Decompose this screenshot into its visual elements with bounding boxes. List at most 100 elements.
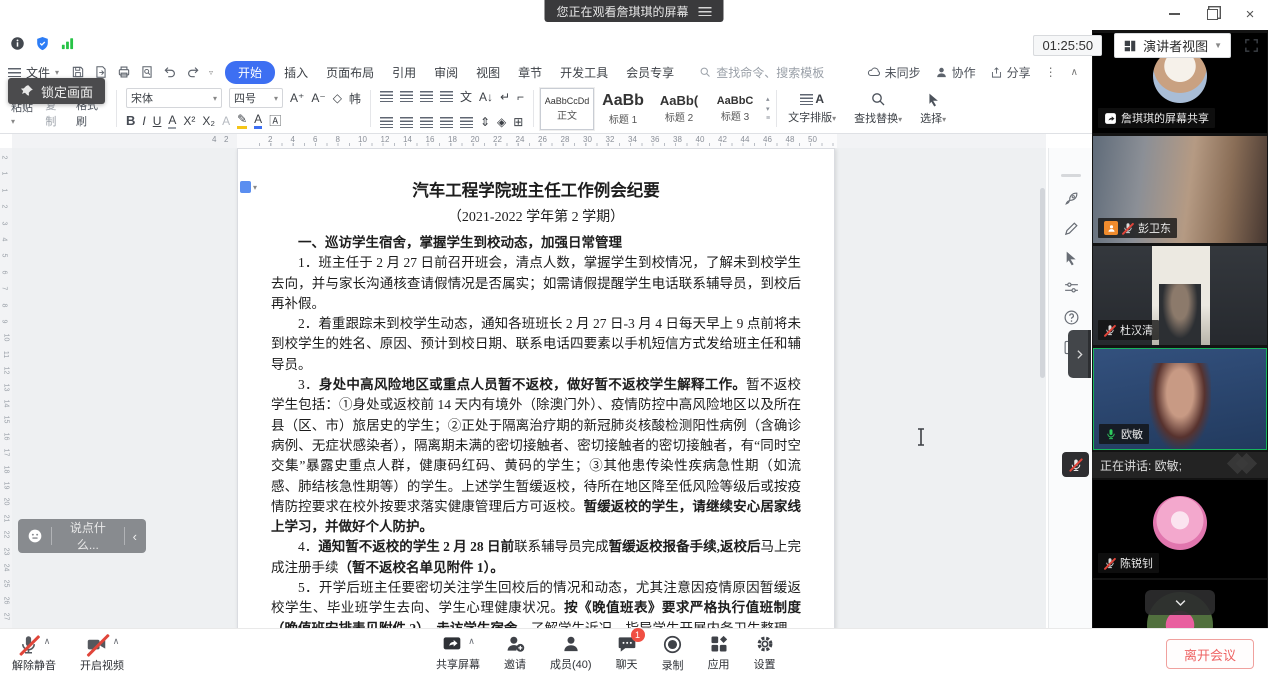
close-button[interactable]: × [1242,6,1258,22]
members-button[interactable]: 成员(40) [550,634,592,673]
style-heading2[interactable]: AaBb( 标题 2 [652,88,706,130]
network-signal-icon[interactable] [60,36,75,51]
watching-banner[interactable]: 您正在观看詹琪琪的屏幕 [544,0,723,22]
help-icon[interactable] [1063,309,1080,326]
clear-format-button[interactable]: ◇ [333,91,342,105]
restore-button[interactable] [1204,6,1220,22]
sort-icon[interactable]: A↓ [479,90,493,104]
annotate-pen-icon[interactable] [1063,220,1080,237]
more-menu-icon[interactable]: ⋮ [1045,65,1057,79]
wps-tab-开始[interactable]: 开始 [225,61,275,84]
asian-layout-icon[interactable]: 文 [460,88,472,105]
superscript-button[interactable]: X² [183,114,195,128]
settings-button[interactable]: 设置 [754,634,776,673]
text-effects-button[interactable]: A [222,114,230,128]
leave-meeting-button[interactable]: 离开会议 [1166,639,1254,669]
share-options-caret[interactable]: ∧ [468,636,475,647]
minimize-button[interactable] [1166,6,1182,22]
font-color-button[interactable]: A [254,112,262,129]
select-tool[interactable]: 选择▾ [911,87,955,130]
select-cursor-icon[interactable] [1063,250,1079,266]
grow-font-button[interactable]: A⁺ [290,91,304,105]
apps-button[interactable]: 应用 [708,634,730,673]
invite-button[interactable]: 邀请 [504,634,526,673]
style-heading1[interactable]: AaBb 标题 1 [596,88,650,130]
participant-tile-avatar[interactable]: 陈锐钊 [1093,480,1267,578]
encryption-shield-icon[interactable] [35,36,50,51]
font-name-select[interactable]: 宋体▾ [126,88,222,108]
distribute-icon[interactable] [460,117,473,128]
enclose-char-button[interactable]: 🄰 [269,112,281,129]
wps-tab-开发工具[interactable]: 开发工具 [551,62,617,83]
collaborate-button[interactable]: 协作 [935,64,976,81]
shading-icon[interactable]: ◈ [497,115,506,129]
lock-view-tooltip[interactable]: 锁定画面 [8,78,105,104]
italic-button[interactable]: I [142,114,145,128]
highlight-color-button[interactable]: ✎ [237,112,247,129]
panel-handle[interactable] [1061,174,1081,177]
banner-menu-icon[interactable] [699,7,712,16]
paste-options-icon[interactable]: ▾ [240,181,257,193]
char-border-button[interactable]: A [168,113,176,129]
customize-toolbar-caret[interactable]: ▿ [209,68,213,77]
wps-tab-引用[interactable]: 引用 [383,62,425,83]
participant-tile-video[interactable]: 杜汉清 [1093,246,1267,345]
wps-tab-会员专享[interactable]: 会员专享 [617,62,683,83]
style-heading3[interactable]: AaBbC 标题 3 [708,88,762,130]
chat-button[interactable]: 1 聊天 [616,634,638,673]
tabs-icon[interactable]: ⌐ [517,90,524,104]
emoji-icon[interactable] [27,528,43,544]
quick-chat-pill[interactable]: 说点什么... ‹ [18,519,146,553]
wps-tab-页面布局[interactable]: 页面布局 [317,62,383,83]
fullscreen-button[interactable] [1243,37,1260,54]
shrink-font-button[interactable]: A⁻ [311,91,325,105]
document-page[interactable]: ▾ 汽车工程学院班主任工作例会纪要（2021-2022 学年第 2 学期）一、巡… [237,148,835,628]
wps-tab-审阅[interactable]: 审阅 [425,62,467,83]
styles-scroll[interactable]: ▴▾≡ [764,95,770,122]
bullets-icon[interactable] [380,91,393,102]
align-right-icon[interactable] [420,117,433,128]
collapse-chat-icon[interactable]: ‹ [133,529,137,544]
start-video-button[interactable]: ∧ 开启视频 [80,634,124,673]
line-spacing-icon[interactable]: ⇕ [480,115,490,129]
mic-options-caret[interactable]: ∧ [44,636,51,647]
wps-tab-插入[interactable]: 插入 [275,62,317,83]
decrease-indent-icon[interactable] [420,91,433,102]
share-screen-button[interactable]: ∧ 共享屏幕 [436,634,480,673]
print-preview-icon[interactable] [140,65,154,79]
wps-tab-章节[interactable]: 章节 [509,62,551,83]
horizontal-ruler[interactable]: 4224681012141618202224262830323436384042… [12,134,1046,148]
wps-tab-视图[interactable]: 视图 [467,62,509,83]
borders-icon[interactable]: ⊞ [513,115,523,129]
scrollbar-thumb[interactable] [1040,188,1045,378]
sidebar-scroll-down-button[interactable] [1145,590,1215,615]
print-icon[interactable] [117,65,131,79]
style-normal[interactable]: AaBbCcDd 正文 [540,88,594,130]
participant-tile-video-speaking[interactable]: 欧敏 [1093,348,1267,450]
redo-icon[interactable] [186,65,200,79]
record-button[interactable]: 录制 [662,634,684,673]
save-icon[interactable] [71,65,85,79]
font-size-select[interactable]: 四号▾ [229,88,283,108]
unmute-button[interactable]: ∧ 解除静音 [12,634,56,673]
sidebar-collapse-handle[interactable] [1068,330,1091,378]
text-layout-tool[interactable]: A 文字排版▾ [779,87,845,130]
command-search[interactable]: 查找命令、搜索模板 [699,64,824,81]
numbering-icon[interactable] [400,91,413,102]
align-center-icon[interactable] [400,117,413,128]
increase-indent-icon[interactable] [440,91,453,102]
meeting-info-icon[interactable] [10,36,25,51]
underline-button[interactable]: U [153,114,162,128]
document-scrollbar[interactable] [1040,160,1045,620]
settings-sliders-icon[interactable] [1063,279,1080,296]
vertical-ruler[interactable]: 2112345678910111213141516171819202122232… [0,148,12,628]
share-button[interactable]: 分享 [990,64,1031,81]
sync-status-button[interactable]: 未同步 [867,64,921,81]
subscript-button[interactable]: X₂ [202,114,215,128]
participant-tile-video[interactable]: 彭卫东 [1093,136,1267,243]
video-options-caret[interactable]: ∧ [113,636,120,647]
chat-input-placeholder[interactable]: 说点什么... [60,519,116,553]
collapse-ribbon-icon[interactable]: ∧ [1071,67,1078,78]
change-case-button[interactable]: 帏 [349,90,361,107]
find-replace-tool[interactable]: 查找替换▾ [845,87,911,130]
